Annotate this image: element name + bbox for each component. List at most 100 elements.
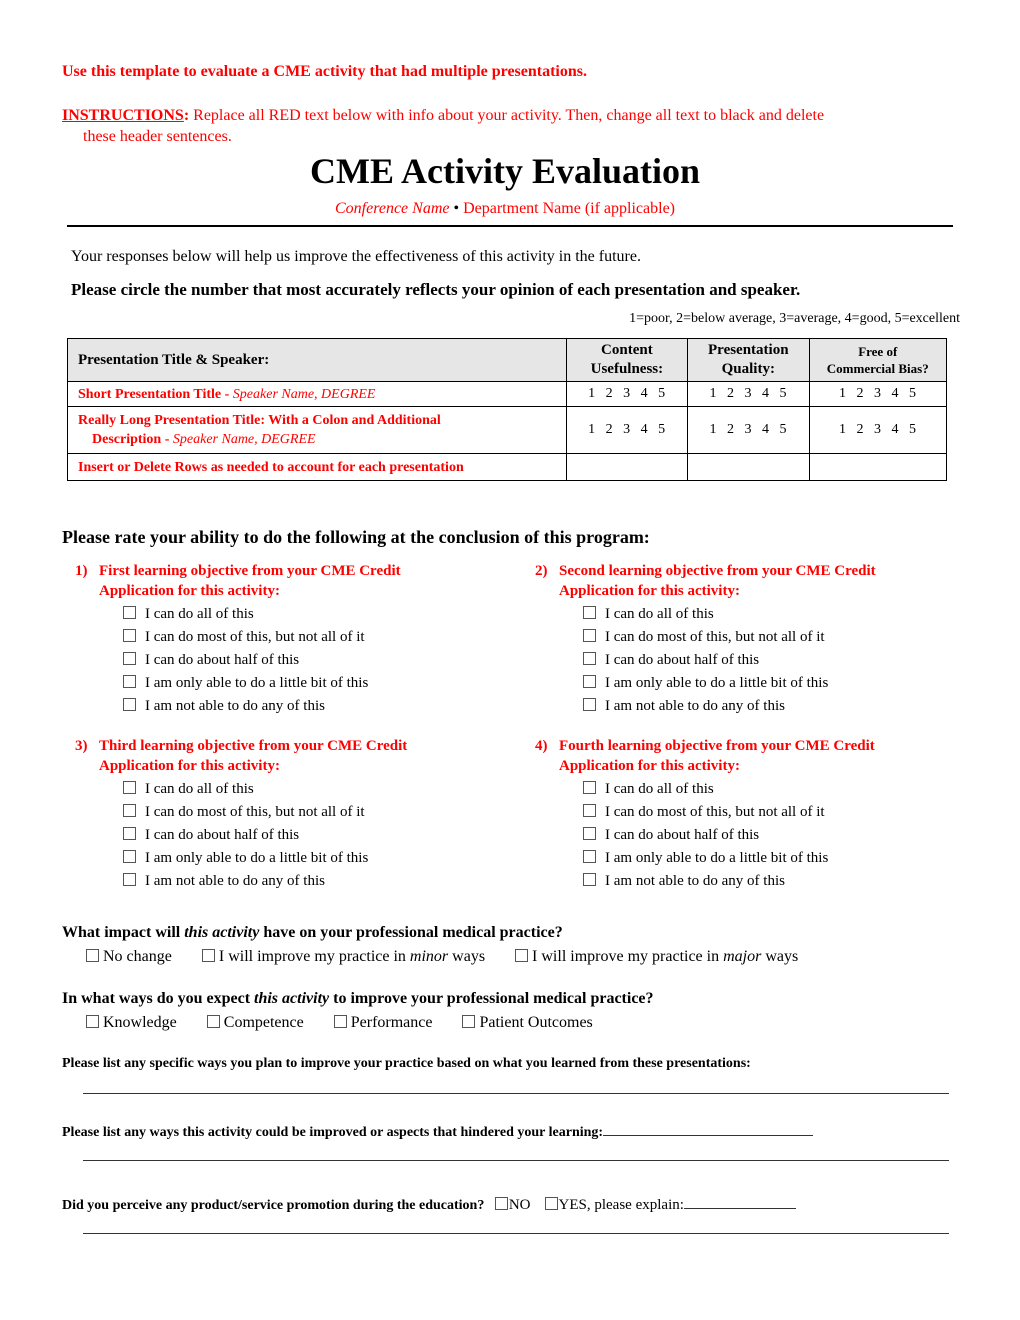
checkbox-icon[interactable] xyxy=(333,1015,347,1028)
ways-option-competence[interactable]: Competence xyxy=(206,1014,304,1031)
option-label: I will improve my practice in xyxy=(218,948,410,965)
rating-presentation-quality[interactable]: 1 2 3 4 5 xyxy=(687,381,810,407)
checkbox-icon[interactable] xyxy=(123,850,136,863)
option-item[interactable]: I can do about half of this xyxy=(583,649,965,672)
rating-commercial-bias[interactable]: 1 2 3 4 5 xyxy=(808,406,947,454)
checkbox-icon[interactable] xyxy=(86,949,99,962)
checkbox-icon[interactable] xyxy=(86,1015,99,1028)
objective-heading: 3) Third learning objective from your CME… xyxy=(75,736,505,776)
option-item[interactable]: I am not able to do any of this xyxy=(123,695,505,718)
checkbox-icon[interactable] xyxy=(583,698,596,711)
col-header-title-speaker: Presentation Title & Speaker: xyxy=(67,338,567,382)
checkbox-icon[interactable] xyxy=(123,675,136,688)
improvements-answer-blank[interactable] xyxy=(603,1123,814,1136)
rating-content-usefulness[interactable]: 1 2 3 4 5 xyxy=(565,381,689,407)
checkbox-icon[interactable] xyxy=(583,850,596,863)
question-emphasis: this activity xyxy=(184,924,260,941)
option-item[interactable]: I can do most of this, but not all of it xyxy=(123,626,505,649)
option-item[interactable]: I can do all of this xyxy=(583,778,965,801)
rating-presentation-quality[interactable]: 1 2 3 4 5 xyxy=(687,406,810,454)
presentation-title: Really Long Presentation Title: With a C… xyxy=(78,413,441,428)
col-header-line: Content xyxy=(601,342,653,358)
option-item[interactable]: I can do all of this xyxy=(123,603,505,626)
option-label: YES, please explain: xyxy=(558,1197,684,1213)
option-item[interactable]: I am only able to do a little bit of thi… xyxy=(583,672,965,695)
option-label: I am not able to do any of this xyxy=(605,698,785,714)
option-label: I am not able to do any of this xyxy=(145,698,325,714)
checkbox-icon[interactable] xyxy=(123,873,136,886)
option-item[interactable]: I am not able to do any of this xyxy=(583,695,965,718)
col-header-line: Usefulness: xyxy=(590,361,664,377)
objective-options: I can do all of this I can do most of th… xyxy=(75,603,505,718)
checkbox-icon[interactable] xyxy=(583,675,596,688)
option-item[interactable]: I can do all of this xyxy=(583,603,965,626)
objective-text-cont: Application for this activity: xyxy=(559,758,740,774)
option-label: I can do all of this xyxy=(145,606,254,622)
rating-commercial-bias[interactable] xyxy=(808,453,947,481)
option-item[interactable]: I am only able to do a little bit of thi… xyxy=(123,847,505,870)
checkbox-icon[interactable] xyxy=(544,1197,558,1210)
option-label: I can do all of this xyxy=(145,781,254,797)
option-label: I can do most of this, but not all of it xyxy=(605,804,825,820)
checkbox-icon[interactable] xyxy=(123,652,136,665)
ways-option-knowledge[interactable]: Knowledge xyxy=(86,1014,177,1031)
promotion-explain-line[interactable] xyxy=(83,1233,949,1234)
checkbox-icon[interactable] xyxy=(123,629,136,642)
option-item[interactable]: I am only able to do a little bit of thi… xyxy=(123,672,505,695)
ways-option-patient-outcomes[interactable]: Patient Outcomes xyxy=(462,1014,593,1031)
subtitle: Conference Name • Department Name (if ap… xyxy=(0,200,1010,218)
checkbox-icon[interactable] xyxy=(123,698,136,711)
option-label: I am only able to do a little bit of thi… xyxy=(605,850,829,866)
rating-scale-legend: 1=poor, 2=below average, 3=average, 4=go… xyxy=(629,311,960,326)
option-label: I will improve my practice in xyxy=(532,948,724,965)
option-item[interactable]: I am not able to do any of this xyxy=(123,870,505,893)
checkbox-icon[interactable] xyxy=(123,781,136,794)
department-name[interactable]: Department Name (if applicable) xyxy=(463,200,675,217)
impact-option-major[interactable]: I will improve my practice in major ways xyxy=(515,948,798,965)
option-item[interactable]: I can do most of this, but not all of it xyxy=(583,801,965,824)
checkbox-icon[interactable] xyxy=(583,781,596,794)
checkbox-icon[interactable] xyxy=(201,949,215,962)
checkbox-icon[interactable] xyxy=(583,804,596,817)
instructions-text: Replace all RED text below with info abo… xyxy=(189,107,825,124)
promotion-yes-option[interactable]: YES, please explain: xyxy=(544,1197,684,1213)
option-item[interactable]: I can do about half of this xyxy=(123,649,505,672)
table-row: Short Presentation Title - Speaker Name,… xyxy=(67,381,947,407)
checkbox-icon[interactable] xyxy=(583,873,596,886)
impact-option-no-change[interactable]: No change xyxy=(86,948,172,965)
page-title: CME Activity Evaluation xyxy=(309,151,700,191)
checkbox-icon[interactable] xyxy=(123,827,136,840)
option-item[interactable]: I am only able to do a little bit of thi… xyxy=(583,847,965,870)
option-item[interactable]: I can do most of this, but not all of it xyxy=(583,626,965,649)
checkbox-icon[interactable] xyxy=(583,606,596,619)
improvements-answer-line[interactable] xyxy=(83,1160,949,1161)
checkbox-icon[interactable] xyxy=(206,1015,220,1028)
rating-presentation-quality[interactable] xyxy=(687,453,810,481)
checkbox-icon[interactable] xyxy=(583,629,596,642)
rating-commercial-bias[interactable]: 1 2 3 4 5 xyxy=(808,381,947,407)
option-item[interactable]: I can do all of this xyxy=(123,778,505,801)
checkbox-icon[interactable] xyxy=(494,1197,508,1210)
conference-name[interactable]: Conference Name xyxy=(335,200,449,217)
checkbox-icon[interactable] xyxy=(462,1015,476,1028)
specific-ways-answer-line[interactable] xyxy=(83,1093,949,1094)
option-item[interactable]: I can do about half of this xyxy=(123,824,505,847)
impact-option-minor[interactable]: I will improve my practice in minor ways xyxy=(201,948,485,965)
ways-options: Knowledge Competence Performance Patient… xyxy=(86,1014,619,1032)
col-header-line: Free of xyxy=(858,344,898,359)
ways-option-performance[interactable]: Performance xyxy=(333,1014,432,1031)
checkbox-icon[interactable] xyxy=(583,827,596,840)
option-item[interactable]: I can do about half of this xyxy=(583,824,965,847)
checkbox-icon[interactable] xyxy=(123,804,136,817)
promotion-explain-blank[interactable] xyxy=(683,1196,796,1209)
option-item[interactable]: I am not able to do any of this xyxy=(583,870,965,893)
checkbox-icon[interactable] xyxy=(583,652,596,665)
promotion-no-option[interactable]: NO xyxy=(494,1197,531,1213)
rating-content-usefulness[interactable]: 1 2 3 4 5 xyxy=(565,406,689,454)
checkbox-icon[interactable] xyxy=(515,949,529,962)
option-item[interactable]: I can do most of this, but not all of it xyxy=(123,801,505,824)
question-text: Did you perceive any product/service pro… xyxy=(62,1198,485,1213)
checkbox-icon[interactable] xyxy=(123,606,136,619)
rating-content-usefulness[interactable] xyxy=(565,453,689,481)
presentation-title-cont: Description xyxy=(92,432,162,447)
